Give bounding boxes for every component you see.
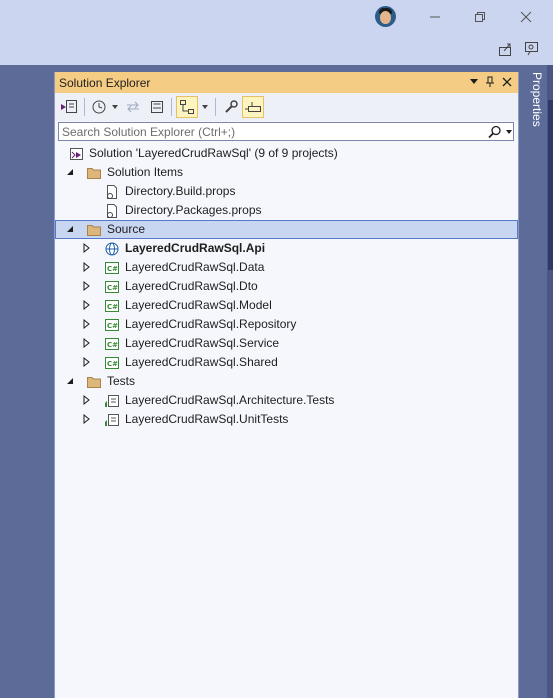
left-dock-gutter [0,65,54,698]
tree-label: LayeredCrudRawSql.Data [125,260,265,274]
tree-label: LayeredCrudRawSql.Model [125,298,272,312]
tree-item-source-folder[interactable]: Source [55,220,518,239]
show-all-files-dropdown-icon[interactable] [200,96,210,118]
pin-icon[interactable] [483,75,497,89]
search-options-dropdown-icon[interactable] [505,124,514,140]
collapse-all-icon[interactable] [147,96,167,118]
csharp-project-icon: C# [104,279,120,295]
tree-item-project[interactable]: C# LayeredCrudRawSql.Dto [55,277,518,296]
scrollbar-thumb[interactable] [548,100,553,270]
tree-label: Directory.Build.props [125,184,236,198]
expand-arrow-icon[interactable] [82,243,92,253]
feedback-icon[interactable] [520,38,544,60]
pending-changes-filter-icon[interactable] [89,96,109,118]
folder-icon [86,165,102,181]
preview-selected-items-icon[interactable] [242,96,264,118]
folder-icon [86,374,102,390]
tree-item-project[interactable]: C# LayeredCrudRawSql.Service [55,334,518,353]
close-icon[interactable] [514,6,538,28]
collapse-arrow-icon[interactable] [65,376,75,386]
minimize-icon[interactable] [423,6,447,28]
expand-arrow-icon[interactable] [82,338,92,348]
command-bar [0,36,553,65]
tree-item-solution[interactable]: Solution 'LayeredCrudRawSql' (9 of 9 pro… [55,144,518,163]
expand-arrow-icon[interactable] [82,262,92,272]
props-file-icon [104,203,120,219]
expand-arrow-icon[interactable] [82,395,92,405]
svg-text:C#: C# [107,322,118,330]
tree-label: LayeredCrudRawSql.Repository [125,317,297,331]
share-icon[interactable] [494,38,518,60]
tree-item-test-project[interactable]: LayeredCrudRawSql.Architecture.Tests [55,391,518,410]
tree-label: LayeredCrudRawSql.Api [125,241,266,255]
tree-item-file[interactable]: Directory.Build.props [55,182,518,201]
csharp-project-icon: C# [104,260,120,276]
solution-icon [69,146,85,162]
expand-arrow-icon[interactable] [82,281,92,291]
csharp-project-icon: C# [104,336,120,352]
properties-tab[interactable] [519,65,547,698]
svg-text:C#: C# [107,341,118,349]
tree-label: Solution Items [107,165,184,179]
tree-label: LayeredCrudRawSql.Shared [125,355,278,369]
expand-arrow-icon[interactable] [82,357,92,367]
switch-views-icon[interactable] [59,96,79,118]
test-project-icon [104,412,120,428]
tree-label: Tests [107,374,136,388]
web-project-icon [104,241,120,257]
test-project-icon [104,393,120,409]
restore-icon[interactable] [468,6,492,28]
close-panel-icon[interactable] [500,75,514,89]
solution-explorer-panel: Solution Explorer Search Solution Explor… [54,72,519,698]
show-all-files-icon[interactable] [176,96,198,118]
csharp-project-icon: C# [104,355,120,371]
sync-with-document-icon[interactable] [124,96,142,118]
csharp-project-icon: C# [104,298,120,314]
window-position-dropdown-icon[interactable] [467,75,481,89]
panel-toolbar [55,93,518,121]
tree-item-project[interactable]: C# LayeredCrudRawSql.Shared [55,353,518,372]
tree-item-project[interactable]: C# LayeredCrudRawSql.Model [55,296,518,315]
tree-label: Source [107,222,146,236]
tree-label: LayeredCrudRawSql.Service [125,336,280,350]
search-input[interactable] [62,124,482,139]
collapse-arrow-icon[interactable] [65,224,75,234]
search-icon[interactable] [487,124,503,140]
tree-item-solution-items[interactable]: Solution Items [55,163,518,182]
svg-text:C#: C# [107,284,118,292]
csharp-project-icon: C# [104,317,120,333]
panel-header: Solution Explorer [55,72,518,93]
tree-item-test-project[interactable]: LayeredCrudRawSql.UnitTests [55,410,518,429]
tree-label: Directory.Packages.props [125,203,262,217]
tree-item-project[interactable]: C# LayeredCrudRawSql.Repository [55,315,518,334]
folder-icon [86,222,102,238]
tree-item-tests-folder[interactable]: Tests [55,372,518,391]
tree-item-file[interactable]: Directory.Packages.props [55,201,518,220]
tree-label: LayeredCrudRawSql.Dto [125,279,258,293]
search-box[interactable] [58,122,514,141]
svg-text:C#: C# [107,265,118,273]
panel-title: Solution Explorer [59,76,151,90]
expand-arrow-icon[interactable] [82,319,92,329]
expand-arrow-icon[interactable] [82,414,92,424]
tree-label: LayeredCrudRawSql.Architecture.Tests [125,393,335,407]
props-file-icon [104,184,120,200]
tree-label: LayeredCrudRawSql.UnitTests [125,412,289,426]
properties-tab-label[interactable]: Properties [520,72,544,132]
filter-dropdown-icon[interactable] [110,96,120,118]
svg-text:C#: C# [107,303,118,311]
title-bar [0,0,553,36]
expand-arrow-icon[interactable] [82,300,92,310]
collapse-arrow-icon[interactable] [65,167,75,177]
tree-label: Solution 'LayeredCrudRawSql' (9 of 9 pro… [89,146,338,160]
tree-item-project[interactable]: C# LayeredCrudRawSql.Data [55,258,518,277]
tree-item-project-api[interactable]: LayeredCrudRawSql.Api [55,239,518,258]
user-avatar[interactable] [375,6,396,27]
properties-wrench-icon[interactable] [221,96,241,118]
svg-text:C#: C# [107,360,118,368]
